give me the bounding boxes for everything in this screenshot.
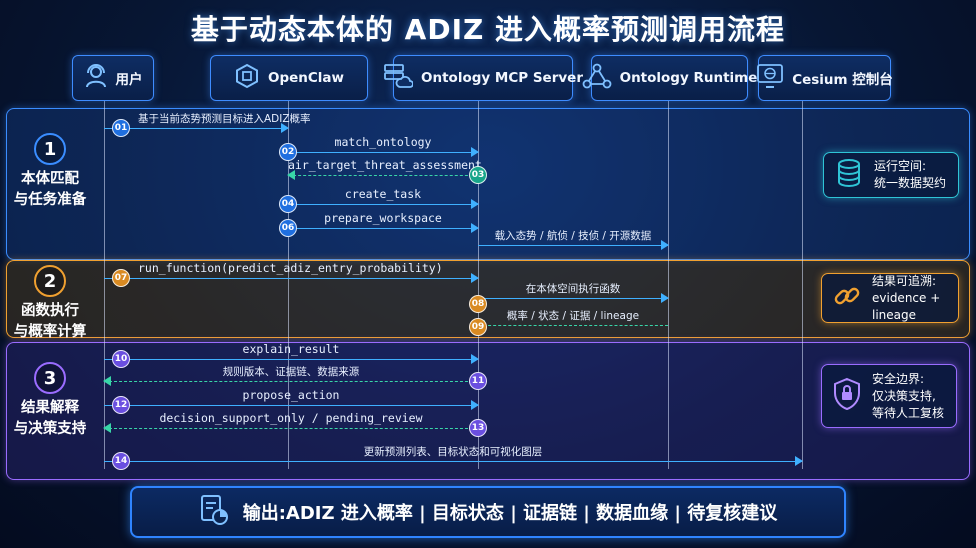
message-label: match_ontology bbox=[334, 135, 432, 149]
phase-number-badge: 1 bbox=[34, 133, 66, 165]
message-label: 更新预测列表、目标状态和可视化图层 bbox=[363, 446, 543, 458]
actor-name: 用户 bbox=[115, 72, 143, 88]
step-number-badge: 14 bbox=[112, 452, 130, 470]
message-label: explain_result bbox=[242, 342, 340, 356]
node-graph-icon bbox=[582, 63, 612, 93]
actor-runtime[interactable]: Ontology Runtime bbox=[582, 55, 757, 101]
arrow-line bbox=[104, 381, 478, 382]
side-note-3: 安全边界: 仅决策支持, 等待人工复核 bbox=[821, 364, 957, 428]
arrow-line bbox=[104, 128, 288, 129]
arrow-line bbox=[104, 359, 478, 360]
phase-number-badge: 2 bbox=[34, 265, 66, 297]
side-note-text: 结果可追溯: evidence + lineage bbox=[872, 273, 941, 322]
message-label: 在本体空间执行函数 bbox=[525, 283, 621, 295]
output-summary-text: 输出:ADIZ 进入概率 | 目标状态 | 证据链 | 数据血缘 | 待复核建议 bbox=[242, 503, 778, 524]
step-number-badge: 03 bbox=[469, 166, 487, 184]
message-label: propose_action bbox=[242, 388, 340, 402]
step-number-badge: 07 bbox=[112, 269, 130, 287]
output-summary-bar: 输出:ADIZ 进入概率 | 目标状态 | 证据链 | 数据血缘 | 待复核建议 bbox=[130, 486, 846, 538]
message-label: 概率 / 状态 / 证据 / lineage bbox=[506, 310, 640, 322]
step-number-badge: 06 bbox=[279, 219, 297, 237]
arrow-line bbox=[478, 325, 668, 326]
message-label: decision_support_only / pending_review bbox=[159, 411, 423, 425]
message-label: 载入态势 / 航侦 / 技侦 / 开源数据 bbox=[494, 230, 652, 242]
message-label: 基于当前态势预测目标进入ADIZ概率 bbox=[138, 113, 311, 125]
arrow-line bbox=[478, 298, 668, 299]
actor-mcp[interactable]: Ontology MCP Server bbox=[384, 55, 583, 101]
chain-link-icon bbox=[832, 281, 862, 315]
step-number-badge: 09 bbox=[469, 318, 487, 336]
arrow-line bbox=[104, 405, 478, 406]
step-number-badge: 13 bbox=[469, 419, 487, 437]
message-label: air_target_threat_assessment bbox=[288, 158, 482, 172]
report-chart-icon bbox=[199, 494, 229, 530]
arrow-line bbox=[288, 152, 478, 153]
actor-user[interactable]: 用户 bbox=[72, 55, 154, 101]
step-number-badge: 01 bbox=[112, 119, 130, 137]
phase-label-3: 3 结果解释 与决策支持 bbox=[6, 362, 94, 440]
globe-monitor-icon bbox=[756, 63, 784, 93]
phase-label-1: 1 本体匹配 与任务准备 bbox=[6, 133, 94, 211]
phase-label-2: 2 函数执行 与概率计算 bbox=[6, 265, 94, 343]
actor-name: Ontology MCP Server bbox=[421, 70, 583, 86]
actor-cesium[interactable]: Cesium 控制台 bbox=[756, 55, 893, 101]
actor-name: OpenClaw bbox=[267, 70, 345, 86]
arrow-line bbox=[104, 278, 478, 279]
phase-title: 结果解释 与决策支持 bbox=[13, 400, 87, 437]
arrow-line bbox=[104, 428, 478, 429]
lock-shield-icon bbox=[832, 377, 862, 415]
database-icon bbox=[834, 157, 864, 193]
phase-number-badge: 3 bbox=[34, 362, 66, 394]
phase-title: 本体匹配 与任务准备 bbox=[13, 171, 87, 208]
actor-openclaw[interactable]: OpenClaw bbox=[210, 55, 368, 101]
page-title: 基于动态本体的 ADIZ 进入概率预测调用流程 bbox=[190, 13, 786, 46]
lifeline-cesium bbox=[802, 99, 803, 469]
side-note-text: 运行空间: 统一数据契约 bbox=[874, 159, 947, 190]
arrow-line bbox=[478, 245, 668, 246]
side-note-1: 运行空间: 统一数据契约 bbox=[823, 152, 959, 198]
actor-name: Cesium 控制台 bbox=[792, 72, 893, 88]
arrow-line bbox=[104, 461, 802, 462]
user-headset-icon bbox=[84, 63, 108, 93]
phase-title: 函数执行 与概率计算 bbox=[13, 303, 87, 340]
hexagon-chip-icon bbox=[234, 63, 260, 93]
server-cloud-icon bbox=[383, 63, 414, 93]
message-label: create_task bbox=[344, 187, 422, 201]
actor-name: Ontology Runtime bbox=[619, 70, 758, 86]
side-note-text: 安全边界: 仅决策支持, 等待人工复核 bbox=[872, 371, 945, 420]
message-label: 规则版本、证据链、数据来源 bbox=[222, 366, 360, 378]
arrow-line bbox=[288, 175, 478, 176]
arrow-line bbox=[288, 228, 478, 229]
lifeline-runtime bbox=[668, 99, 669, 469]
message-label: run_function(predict_adiz_entry_probabil… bbox=[138, 261, 443, 275]
arrow-line bbox=[288, 204, 478, 205]
flow-diagram: 基于动态本体的 ADIZ 进入概率预测调用流程 输出:ADIZ 进入概率 | 目… bbox=[0, 0, 976, 548]
message-label: prepare_workspace bbox=[324, 211, 442, 225]
side-note-2: 结果可追溯: evidence + lineage bbox=[821, 273, 959, 323]
